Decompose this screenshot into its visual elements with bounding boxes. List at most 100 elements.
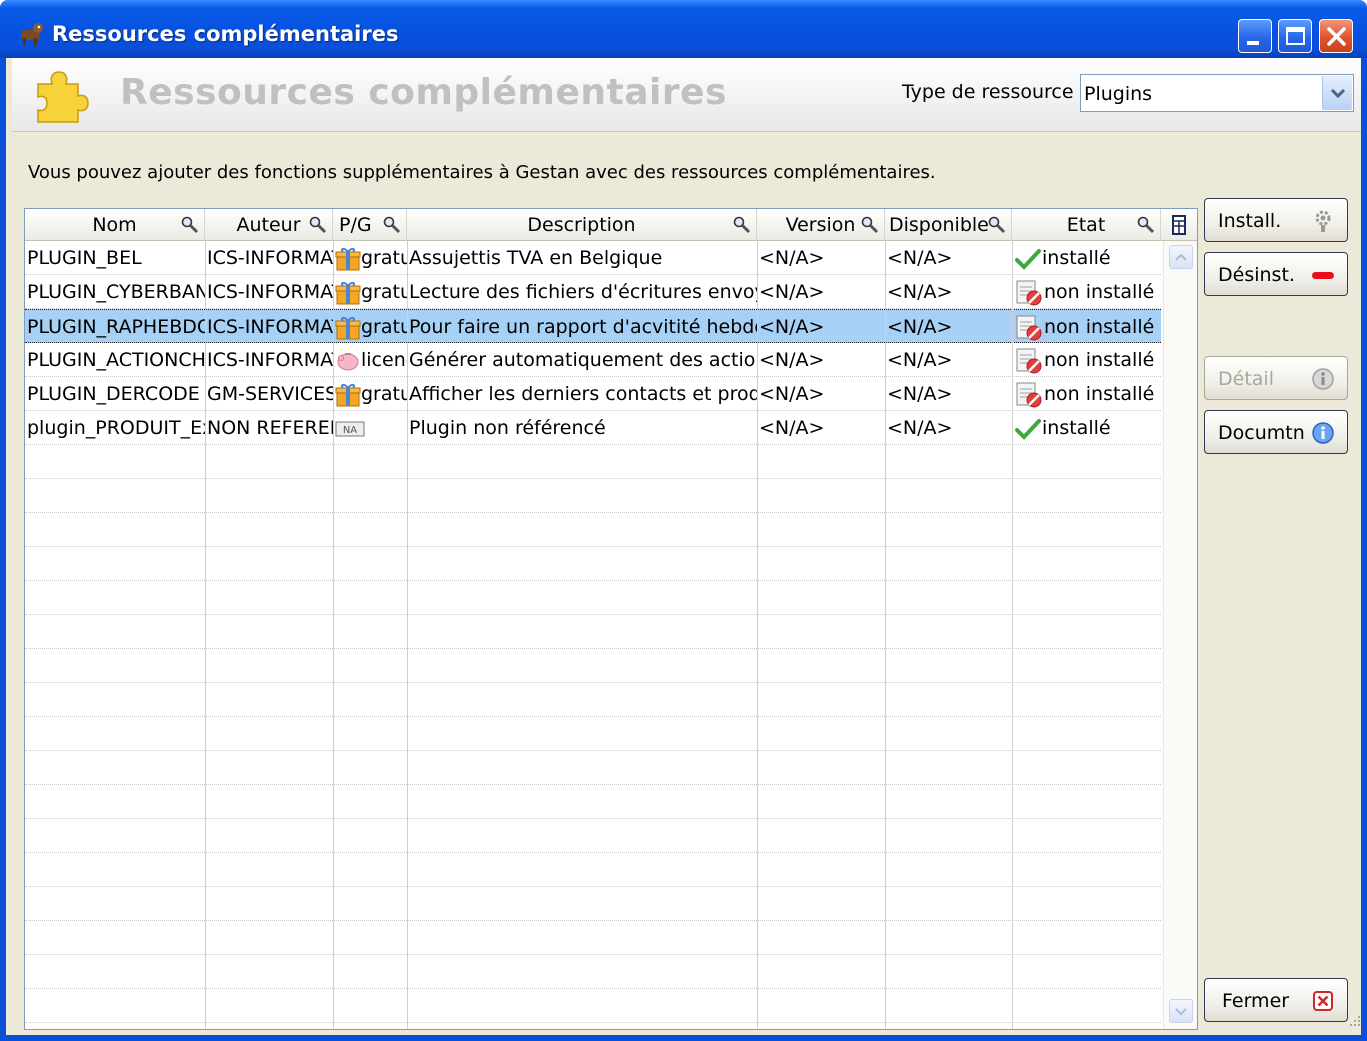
search-icon[interactable] <box>382 215 402 235</box>
close-icon <box>1327 27 1346 46</box>
check-icon <box>1015 418 1041 440</box>
minimize-button[interactable] <box>1238 19 1272 53</box>
maximize-icon <box>1286 27 1305 45</box>
cell-version: <N/A> <box>759 316 825 338</box>
empty-row <box>25 887 1161 921</box>
cell-auteur: ICS-INFORMATIQUE <box>207 281 333 303</box>
pg-label: gratuit <box>361 281 407 303</box>
cell-description: Générer automatiquement des actions <box>409 349 757 371</box>
column-chooser[interactable] <box>1161 209 1197 241</box>
cell-version: <N/A> <box>759 417 825 439</box>
table-row[interactable]: PLUGIN_CYBERBANQUE ICS-INFORMATIQUE grat… <box>25 275 1161 309</box>
dropdown-button[interactable] <box>1322 76 1352 110</box>
search-icon[interactable] <box>308 215 328 235</box>
cell-version: <N/A> <box>759 349 825 371</box>
empty-row <box>25 717 1161 751</box>
documentation-label: Documtn <box>1218 422 1305 444</box>
empty-row <box>25 445 1161 479</box>
resource-type-value: Plugins <box>1084 83 1153 105</box>
resource-type-label: Type de ressource <box>902 81 1074 103</box>
gift-icon <box>335 281 361 304</box>
column-separator <box>333 241 334 1029</box>
search-icon[interactable] <box>987 215 1007 235</box>
cell-description: Lecture des fichiers d'écritures envoyés <box>409 281 757 303</box>
column-header-etat[interactable]: Etat <box>1012 209 1161 241</box>
empty-row <box>25 921 1161 955</box>
close-icon <box>1313 991 1333 1011</box>
empty-row <box>25 853 1161 887</box>
empty-row <box>25 751 1161 785</box>
etat-label: installé <box>1042 247 1111 269</box>
column-label: Description <box>527 214 636 236</box>
empty-row <box>25 649 1161 683</box>
not-installed-icon <box>1016 382 1042 407</box>
intro-text: Vous pouvez ajouter des fonctions supplé… <box>28 162 936 183</box>
uninstall-button[interactable]: Désinst. <box>1204 252 1348 296</box>
table-row[interactable]: PLUGIN_ACTIONCH ICS-INFORMATIQUE licence… <box>25 343 1161 377</box>
cell-nom: plugin_PRODUIT_Ex <box>27 417 205 439</box>
table-row-selected[interactable]: PLUGIN_RAPHEBDO ICS-INFORMATIQUE gratuit… <box>25 309 1161 343</box>
table-header: Nom Auteur P/G Description Version Dispo… <box>25 209 1197 241</box>
cell-nom: PLUGIN_ACTIONCH <box>27 349 205 371</box>
close-button[interactable]: Fermer <box>1204 978 1348 1022</box>
table-row[interactable]: PLUGIN_DERCODE GM-SERVICES gratuit Affic… <box>25 377 1161 411</box>
cell-etat: installé <box>1012 411 1161 445</box>
detail-button[interactable]: Détail <box>1204 356 1348 400</box>
resources-table[interactable]: Nom Auteur P/G Description Version Dispo… <box>24 208 1198 1030</box>
scroll-down-button[interactable] <box>1169 999 1193 1023</box>
cell-etat: non installé <box>1012 343 1161 377</box>
cell-auteur: NON REFERENCE <box>207 417 333 439</box>
resize-grip-icon[interactable] <box>1344 1012 1362 1030</box>
search-icon[interactable] <box>180 215 200 235</box>
gift-icon <box>335 247 361 270</box>
column-header-disponible[interactable]: Disponible <box>885 209 1012 241</box>
minus-icon <box>1312 272 1334 279</box>
column-header-description[interactable]: Description <box>407 209 757 241</box>
column-separator <box>205 241 206 1029</box>
page-title: Ressources complémentaires <box>120 72 727 113</box>
column-label: Auteur <box>236 214 301 236</box>
column-label: Disponible <box>889 214 989 236</box>
cell-disponible: <N/A> <box>887 316 953 338</box>
gear-icon <box>1315 210 1331 232</box>
install-button[interactable]: Install. <box>1204 198 1348 242</box>
pg-label: licence <box>361 349 407 371</box>
etat-label: non installé <box>1044 281 1155 303</box>
search-icon[interactable] <box>732 215 752 235</box>
column-header-version[interactable]: Version <box>757 209 885 241</box>
pg-label: gratuit <box>361 247 407 269</box>
maximize-button[interactable] <box>1278 19 1312 53</box>
cell-auteur: GM-SERVICES <box>207 383 333 405</box>
chevron-up-icon <box>1175 253 1187 261</box>
title-bar[interactable]: Ressources complémentaires <box>0 0 1367 58</box>
chevron-down-icon <box>1175 1008 1187 1016</box>
detail-label: Détail <box>1218 368 1274 390</box>
not-installed-icon <box>1016 280 1042 305</box>
vertical-scrollbar[interactable] <box>1163 241 1197 1029</box>
table-row[interactable]: PLUGIN_BEL ICS-INFORMATIQUE gratuit Assu… <box>25 241 1161 275</box>
empty-row <box>25 819 1161 853</box>
cell-disponible: <N/A> <box>887 349 953 371</box>
cell-disponible: <N/A> <box>887 417 953 439</box>
search-icon[interactable] <box>860 215 880 235</box>
cell-auteur: ICS-INFORMATIQUE <box>207 349 333 371</box>
column-header-pg[interactable]: P/G <box>333 209 407 241</box>
close-window-button[interactable] <box>1319 19 1353 53</box>
cell-auteur: ICS-INFORMATIQUE <box>207 316 333 338</box>
documentation-button[interactable]: Documtn <box>1204 410 1348 454</box>
minimize-icon <box>1247 41 1259 45</box>
search-icon[interactable] <box>1136 215 1156 235</box>
empty-row <box>25 547 1161 581</box>
scroll-up-button[interactable] <box>1169 245 1193 269</box>
cell-pg: gratuit <box>333 310 407 344</box>
gift-icon <box>335 316 361 339</box>
column-header-nom[interactable]: Nom <box>25 209 205 241</box>
column-header-auteur[interactable]: Auteur <box>205 209 333 241</box>
resource-type-select[interactable]: Plugins <box>1080 74 1354 112</box>
pg-label: gratuit <box>361 316 407 338</box>
empty-row <box>25 513 1161 547</box>
header-band: Ressources complémentaires Type de resso… <box>12 58 1361 132</box>
table-row[interactable]: plugin_PRODUIT_Ex NON REFERENCE NA Plugi… <box>25 411 1161 445</box>
cell-nom: PLUGIN_DERCODE <box>27 383 200 405</box>
window-title: Ressources complémentaires <box>52 22 399 46</box>
